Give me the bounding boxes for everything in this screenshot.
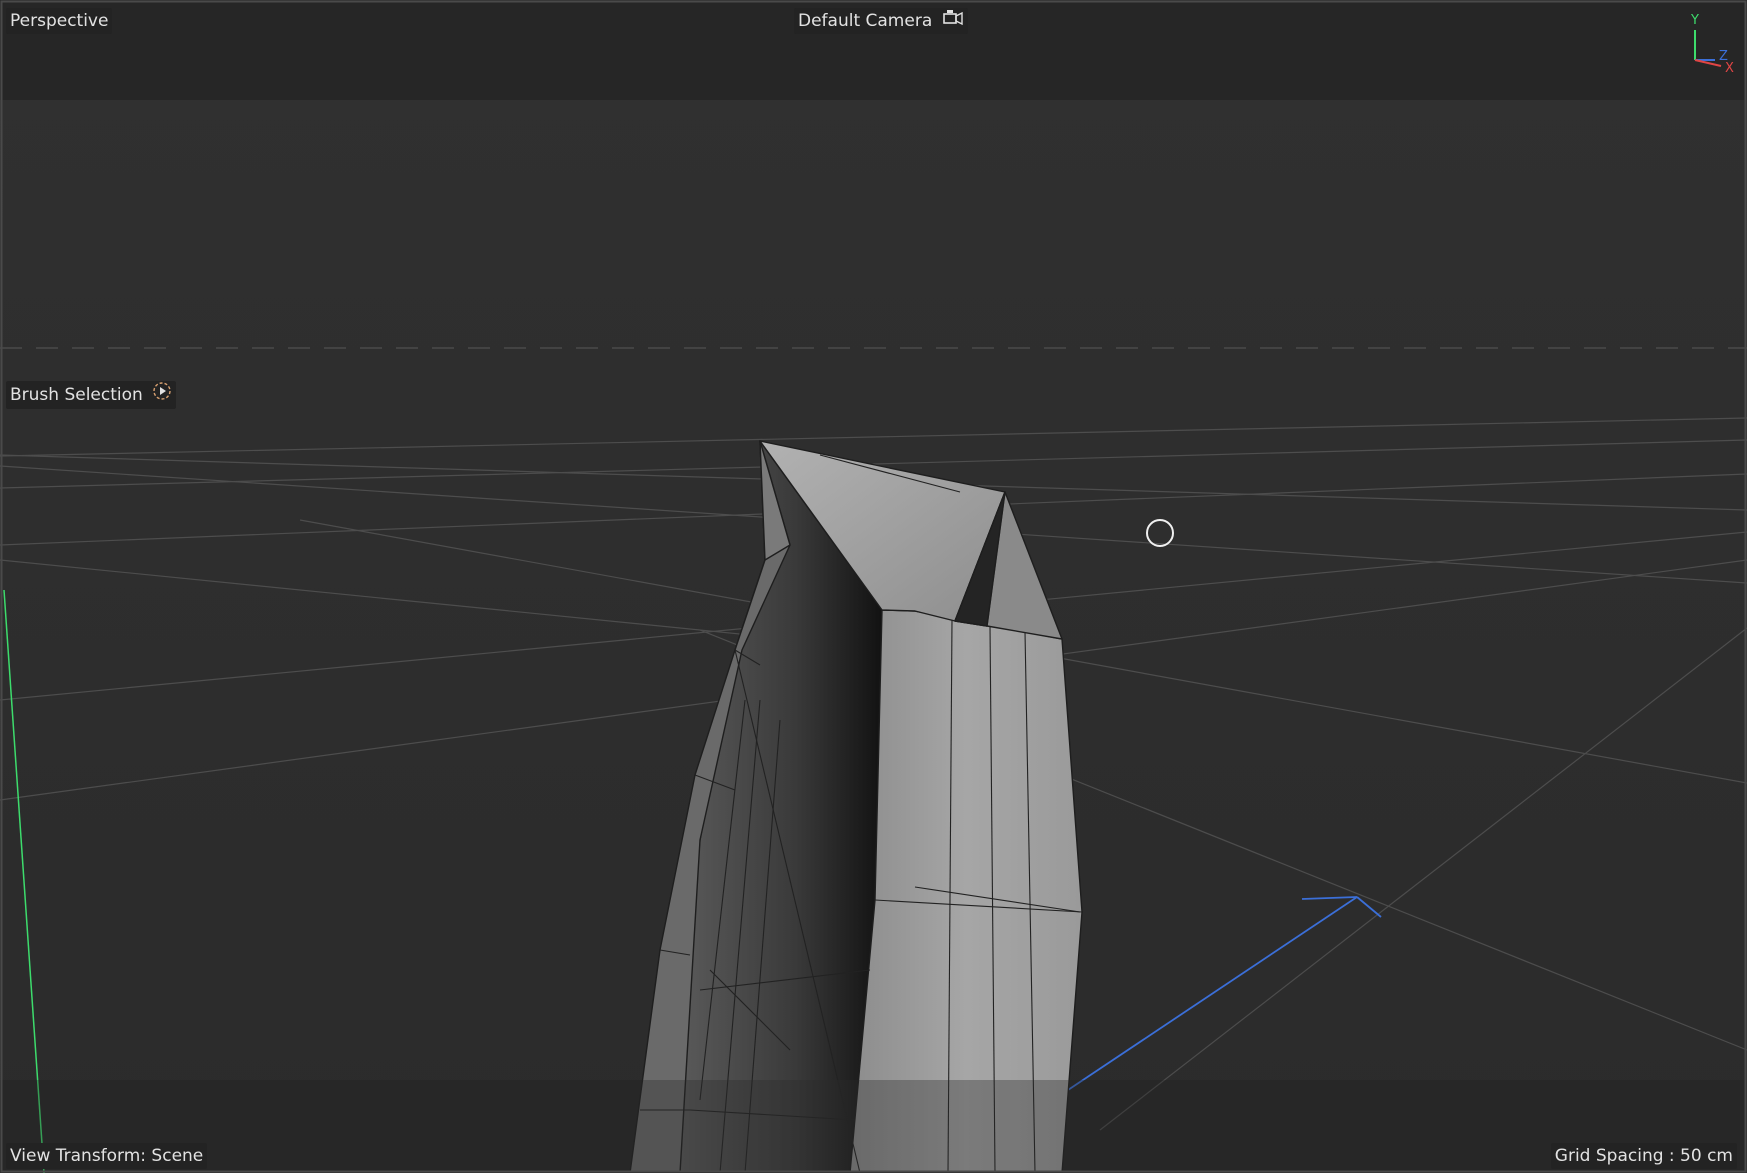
view-transform-text: View Transform: Scene — [10, 1146, 204, 1166]
brush-cursor-circle — [1146, 519, 1174, 547]
axis-x-letter: X — [1725, 61, 1734, 76]
axis-gizmo[interactable]: Y Z X — [1681, 8, 1737, 76]
camera-icon — [942, 8, 964, 34]
camera-label: Default Camera — [798, 11, 933, 31]
tool-options-icon[interactable] — [152, 381, 172, 409]
grid-spacing-text: Grid Spacing : 50 cm — [1554, 1146, 1733, 1166]
scene-canvas[interactable] — [0, 0, 1747, 1173]
viewport-3d[interactable]: Perspective Default Camera Brush Selecti… — [0, 0, 1747, 1173]
view-mode-label[interactable]: Perspective — [6, 8, 113, 34]
view-mode-text: Perspective — [10, 11, 109, 31]
bottom-overlay — [0, 1080, 1747, 1173]
active-tool-text: Brush Selection — [10, 385, 143, 405]
axis-y-letter: Y — [1690, 13, 1699, 28]
camera-menu[interactable]: Default Camera — [794, 8, 968, 34]
active-tool-label[interactable]: Brush Selection — [6, 381, 177, 409]
view-transform-label: View Transform: Scene — [6, 1143, 208, 1169]
grid-spacing-label: Grid Spacing : 50 cm — [1550, 1143, 1737, 1169]
